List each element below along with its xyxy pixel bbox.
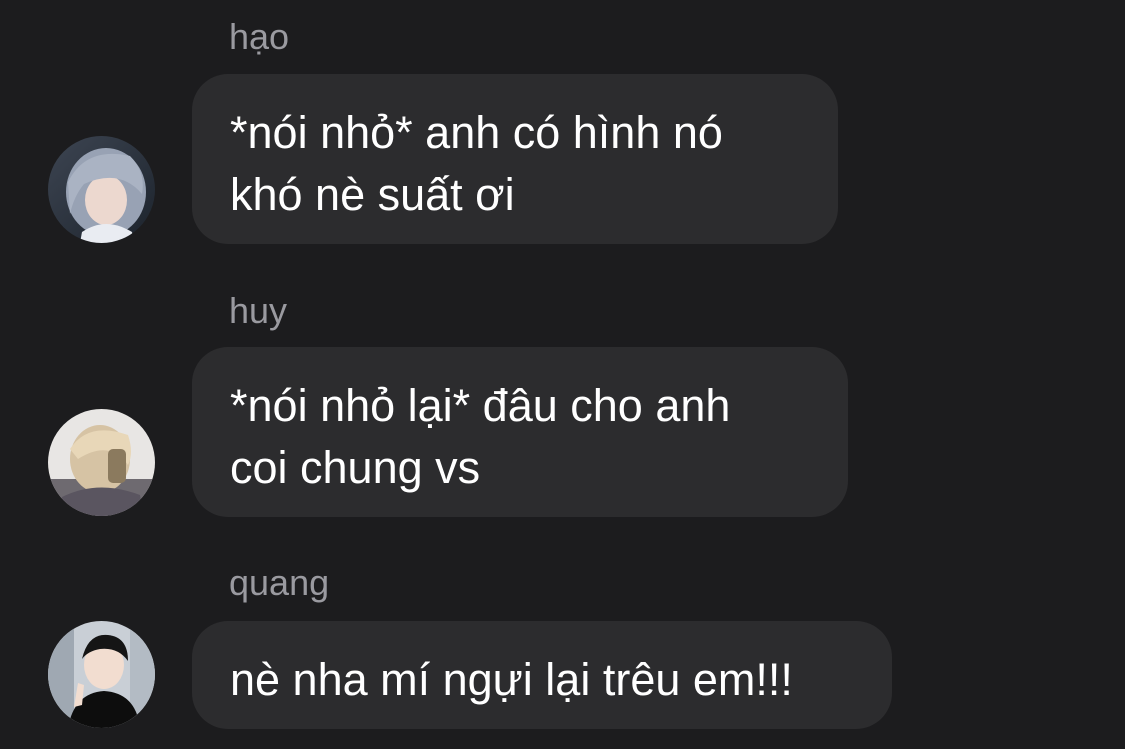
user-avatar-icon	[48, 409, 155, 516]
message-bubble[interactable]: *nói nhỏ lại* đâu cho anh coi chung vs	[192, 347, 848, 517]
user-avatar-icon	[48, 136, 155, 243]
user-avatar-icon	[48, 621, 155, 728]
sender-name: hạo	[229, 16, 290, 57]
avatar[interactable]	[48, 621, 155, 728]
message-bubble[interactable]: *nói nhỏ* anh có hình nó khó nè suất ơi	[192, 74, 838, 244]
message-bubble[interactable]: nè nha mí ngựi lại trêu em!!!	[192, 621, 892, 729]
sender-name: quang	[229, 562, 330, 603]
chat-thread: hạo *nói nhỏ* anh có hình nó khó nè suất…	[0, 0, 1125, 749]
avatar[interactable]	[48, 409, 155, 516]
sender-name: huy	[229, 290, 288, 331]
avatar[interactable]	[48, 136, 155, 243]
